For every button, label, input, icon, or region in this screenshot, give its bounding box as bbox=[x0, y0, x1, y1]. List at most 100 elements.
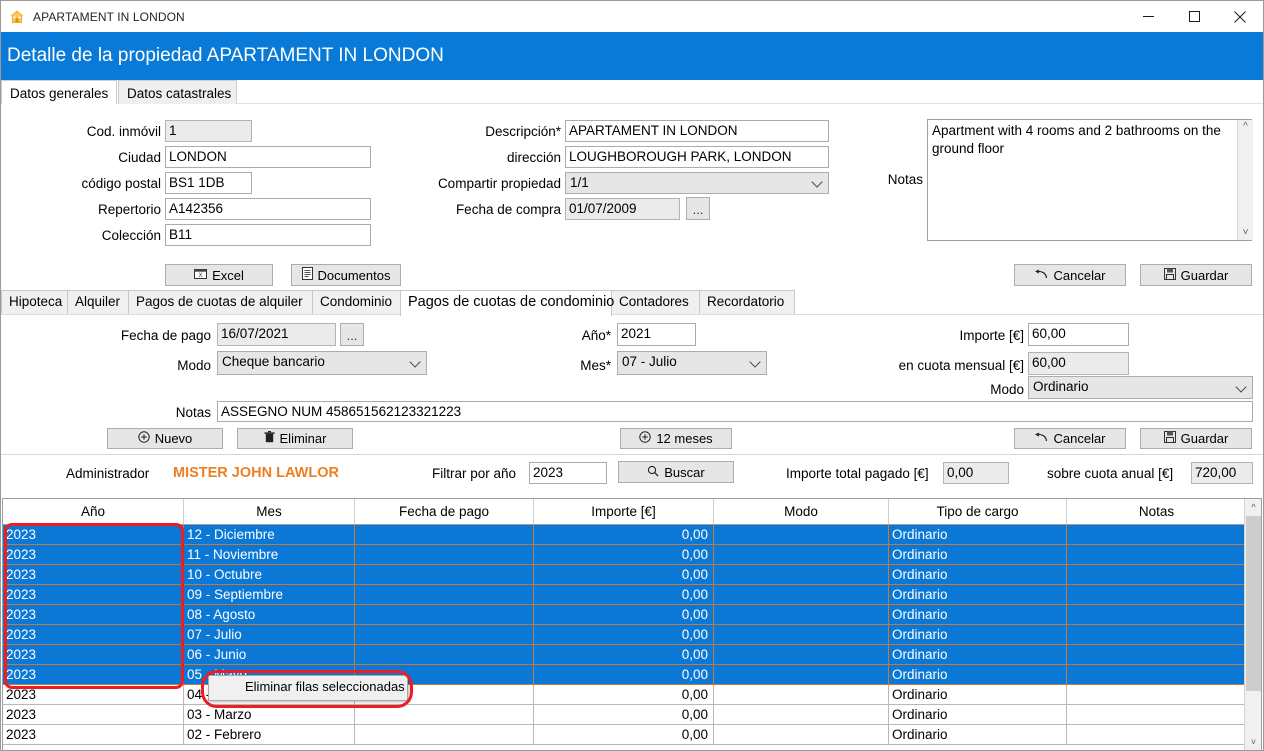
cell-fecha-pago[interactable] bbox=[355, 605, 534, 625]
buscar-button[interactable]: Buscar bbox=[618, 461, 734, 483]
column-header-tipo-cargo[interactable]: Tipo de cargo bbox=[889, 499, 1067, 524]
cell-modo[interactable] bbox=[714, 625, 889, 645]
cell-notas[interactable] bbox=[1067, 645, 1246, 665]
cell-ano[interactable]: 2023 bbox=[3, 545, 184, 565]
cell-tipo-cargo[interactable]: Ordinario bbox=[889, 705, 1067, 725]
cell-importe[interactable]: 0,00 bbox=[534, 545, 714, 565]
table-row[interactable]: 2023 10 - Octubre 0,00 Ordinario bbox=[3, 565, 1261, 585]
cell-ano[interactable]: 2023 bbox=[3, 645, 184, 665]
cell-tipo-cargo[interactable]: Ordinario bbox=[889, 565, 1067, 585]
row-context-menu[interactable]: Eliminar filas seleccionadas bbox=[208, 675, 408, 701]
context-menu-item-eliminar-filas[interactable]: Eliminar filas seleccionadas bbox=[209, 676, 407, 700]
table-row[interactable]: 202305 - Mayo0,00Ordinario bbox=[3, 665, 1261, 685]
cell-modo[interactable] bbox=[714, 645, 889, 665]
chevron-up-icon[interactable]: ^ bbox=[1243, 120, 1248, 134]
column-header-fecha-pago[interactable]: Fecha de pago bbox=[355, 499, 534, 524]
cell-mes[interactable]: 11 - Noviembre bbox=[184, 545, 355, 565]
cell-notas[interactable] bbox=[1067, 565, 1246, 585]
tab-pagos-cuotas-condominio[interactable]: Pagos de cuotas de condominio bbox=[400, 290, 614, 316]
tab-pagos-cuotas-alquiler[interactable]: Pagos de cuotas de alquiler bbox=[128, 290, 313, 315]
cell-notas[interactable] bbox=[1067, 705, 1246, 725]
cell-importe[interactable]: 0,00 bbox=[534, 645, 714, 665]
cell-tipo-cargo[interactable]: Ordinario bbox=[889, 545, 1067, 565]
close-icon[interactable] bbox=[1217, 2, 1263, 32]
cell-ano[interactable]: 2023 bbox=[3, 565, 184, 585]
nuevo-button[interactable]: Nuevo bbox=[107, 428, 223, 449]
grid-body[interactable]: 2023 12 - Diciembre 0,00 Ordinario 2023 11 - … bbox=[3, 525, 1261, 745]
mes-select[interactable]: 07 - Julio bbox=[617, 351, 767, 375]
notas-pago-field[interactable]: ASSEGNO NUM 458651562123321223 bbox=[217, 401, 1253, 422]
cancelar-pago-button[interactable]: Cancelar bbox=[1014, 428, 1126, 449]
tab-hipoteca[interactable]: Hipoteca bbox=[1, 290, 68, 315]
cell-fecha-pago[interactable] bbox=[355, 565, 534, 585]
eliminar-button[interactable]: Eliminar bbox=[237, 428, 353, 449]
cell-modo[interactable] bbox=[714, 605, 889, 625]
table-row[interactable]: 2023 12 - Diciembre 0,00 Ordinario bbox=[3, 525, 1261, 545]
cell-fecha-pago[interactable] bbox=[355, 705, 534, 725]
codigo-postal-field[interactable]: BS1 1DB bbox=[165, 172, 252, 194]
minimize-icon[interactable] bbox=[1125, 2, 1171, 32]
tab-datos-catastrales[interactable]: Datos catastrales bbox=[118, 80, 237, 104]
table-row[interactable]: 2023 02 - Febrero 0,00 Ordinario bbox=[3, 725, 1261, 745]
doce-meses-button[interactable]: 12 meses bbox=[620, 428, 732, 449]
cell-tipo-cargo[interactable]: Ordinario bbox=[889, 525, 1067, 545]
cell-importe[interactable]: 0,00 bbox=[534, 525, 714, 545]
cell-modo[interactable] bbox=[714, 725, 889, 745]
cell-ano[interactable]: 2023 bbox=[3, 665, 184, 685]
excel-button[interactable]: X Excel bbox=[165, 264, 273, 286]
coleccion-field[interactable]: B11 bbox=[165, 224, 371, 246]
guardar-general-button[interactable]: Guardar bbox=[1140, 264, 1252, 286]
cell-notas[interactable] bbox=[1067, 585, 1246, 605]
cell-ano[interactable]: 2023 bbox=[3, 725, 184, 745]
cuota-mensual-field[interactable]: 60,00 bbox=[1028, 352, 1129, 375]
tab-condominio[interactable]: Condominio bbox=[312, 290, 401, 315]
cell-fecha-pago[interactable] bbox=[355, 525, 534, 545]
importe-field[interactable]: 60,00 bbox=[1028, 323, 1129, 346]
documentos-button[interactable]: Documentos bbox=[291, 264, 401, 286]
scroll-down-icon[interactable]: ˅ bbox=[1245, 734, 1261, 750]
cell-notas[interactable] bbox=[1067, 545, 1246, 565]
table-row[interactable]: 2023 09 - Septiembre 0,00 Ordinario bbox=[3, 585, 1261, 605]
cell-tipo-cargo[interactable]: Ordinario bbox=[889, 585, 1067, 605]
cell-importe[interactable]: 0,00 bbox=[534, 705, 714, 725]
ano-field[interactable]: 2021 bbox=[617, 323, 696, 346]
table-row[interactable]: 2023 08 - Agosto 0,00 Ordinario bbox=[3, 605, 1261, 625]
fecha-compra-picker-button[interactable]: ... bbox=[686, 197, 710, 220]
scroll-thumb[interactable] bbox=[1246, 516, 1261, 691]
grid-vertical-scrollbar[interactable]: ^ ˅ bbox=[1244, 499, 1261, 750]
cell-importe[interactable]: 0,00 bbox=[534, 565, 714, 585]
cell-fecha-pago[interactable] bbox=[355, 585, 534, 605]
direccion-field[interactable]: LOUGHBOROUGH PARK, LONDON bbox=[565, 146, 829, 168]
cell-tipo-cargo[interactable]: Ordinario bbox=[889, 665, 1067, 685]
cell-modo[interactable] bbox=[714, 525, 889, 545]
table-row[interactable]: 202304 - Abril0,00Ordinario bbox=[3, 685, 1261, 705]
cell-fecha-pago[interactable] bbox=[355, 625, 534, 645]
cell-ano[interactable]: 2023 bbox=[3, 705, 184, 725]
cell-modo[interactable] bbox=[714, 665, 889, 685]
modo-cargo-select[interactable]: Ordinario bbox=[1028, 376, 1253, 399]
cell-mes[interactable]: 07 - Julio bbox=[184, 625, 355, 645]
table-row[interactable]: 2023 11 - Noviembre 0,00 Ordinario bbox=[3, 545, 1261, 565]
tab-alquiler[interactable]: Alquiler bbox=[67, 290, 129, 315]
payments-grid[interactable]: Año Mes Fecha de pago Importe [€] Modo T… bbox=[2, 498, 1262, 750]
cod-inmovil-field[interactable]: 1 bbox=[165, 120, 252, 142]
fecha-pago-field[interactable]: 16/07/2021 bbox=[217, 323, 336, 346]
table-row[interactable]: 2023 03 - Marzo 0,00 Ordinario bbox=[3, 705, 1261, 725]
fecha-compra-field[interactable]: 01/07/2009 bbox=[565, 198, 680, 220]
cell-notas[interactable] bbox=[1067, 665, 1246, 685]
cell-ano[interactable]: 2023 bbox=[3, 685, 184, 705]
fecha-pago-picker-button[interactable]: ... bbox=[340, 323, 364, 346]
cell-importe[interactable]: 0,00 bbox=[534, 585, 714, 605]
descripcion-field[interactable]: APARTAMENT IN LONDON bbox=[565, 120, 829, 142]
cell-notas[interactable] bbox=[1067, 725, 1246, 745]
cell-tipo-cargo[interactable]: Ordinario bbox=[889, 625, 1067, 645]
column-header-notas[interactable]: Notas bbox=[1067, 499, 1246, 524]
cell-tipo-cargo[interactable]: Ordinario bbox=[889, 645, 1067, 665]
cell-importe[interactable]: 0,00 bbox=[534, 605, 714, 625]
cell-tipo-cargo[interactable]: Ordinario bbox=[889, 685, 1067, 705]
cell-fecha-pago[interactable] bbox=[355, 725, 534, 745]
repertorio-field[interactable]: A142356 bbox=[165, 198, 371, 220]
cell-importe[interactable]: 0,00 bbox=[534, 725, 714, 745]
cell-modo[interactable] bbox=[714, 705, 889, 725]
cell-modo[interactable] bbox=[714, 565, 889, 585]
